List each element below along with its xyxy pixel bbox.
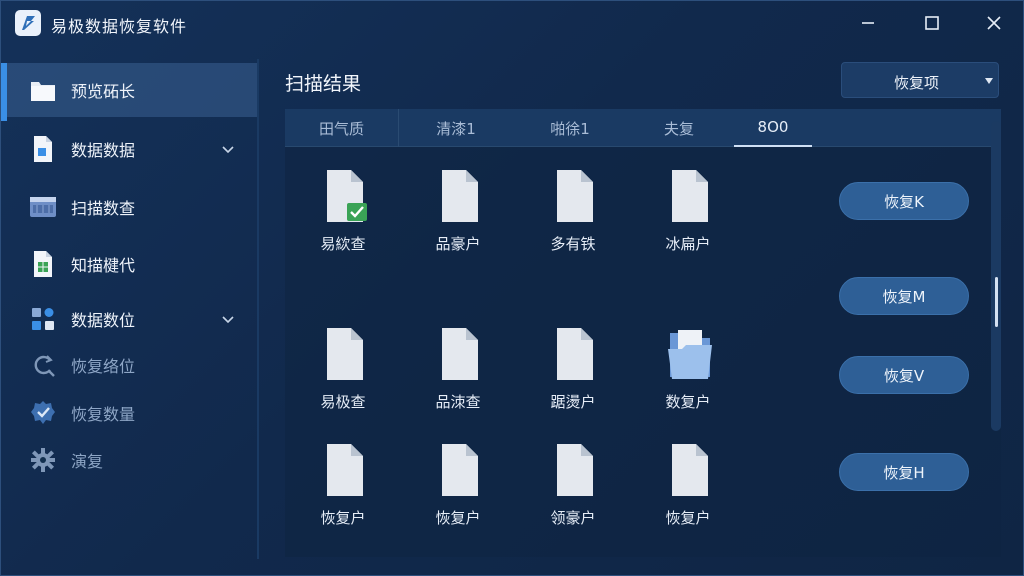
file-icon — [672, 170, 708, 222]
app-logo-icon — [15, 10, 41, 36]
file-name: 品洓查 — [435, 393, 481, 411]
file-icon — [672, 444, 708, 496]
restore-button[interactable]: 恢复M — [839, 277, 969, 315]
file-checked-icon — [327, 170, 367, 222]
file-icon — [442, 170, 478, 222]
chevron-down-icon — [222, 316, 234, 324]
sheet-icon — [29, 250, 57, 278]
maximize-icon — [925, 16, 939, 30]
minimize-button[interactable] — [854, 9, 882, 37]
tab-5[interactable]: 8O0 — [734, 109, 812, 147]
file-item[interactable]: 踞燙户 — [527, 327, 619, 427]
sidebar-item-label: 数据数据 — [71, 141, 136, 160]
file-name: 数复户 — [665, 393, 711, 411]
sidebar-item-label: 数据数位 — [71, 311, 136, 330]
title-bar: 易极数据恢复软件 — [1, 1, 1023, 45]
caret-down-icon — [985, 78, 993, 84]
scrollbar-track[interactable] — [991, 121, 1001, 431]
file-name: 品豪户 — [435, 235, 481, 253]
sidebar-divider — [257, 59, 259, 559]
sidebar-item-preview[interactable]: 预览砳长 — [1, 63, 257, 121]
sidebar-item-label: 预览砳长 — [71, 82, 136, 101]
file-item[interactable]: 品豪户 — [412, 169, 504, 269]
close-button[interactable] — [980, 9, 1008, 37]
folder-open-icon — [668, 330, 712, 379]
tab-1[interactable]: 田气质 — [285, 109, 399, 147]
tab-2[interactable]: 清漆1 — [399, 109, 513, 147]
file-icon — [327, 444, 363, 496]
file-item[interactable]: 领豪户 — [527, 443, 619, 543]
check-badge-icon — [29, 399, 57, 427]
file-name: 易极查 — [320, 393, 366, 411]
drive-icon — [29, 193, 57, 221]
sidebar-item-label: 扫描数查 — [71, 199, 136, 218]
file-icon — [557, 444, 593, 496]
sidebar-item-settings[interactable]: 演复 — [1, 433, 257, 487]
file-name: 易絘查 — [320, 235, 366, 253]
sidebar-item-label: 演复 — [71, 452, 104, 471]
sidebar-item-data[interactable]: 数据数据 — [1, 122, 257, 176]
tab-3[interactable]: 啪徐1 — [513, 109, 627, 147]
restore-button[interactable]: 恢复H — [839, 453, 969, 491]
file-icon — [442, 444, 478, 496]
sidebar-item-label: 知描楗代 — [71, 256, 136, 275]
restore-button[interactable]: 恢复V — [839, 356, 969, 394]
file-name: 领豪户 — [550, 509, 596, 527]
file-name: 恢复户 — [320, 509, 366, 527]
sidebar-item-restore-position[interactable]: 恢复络位 — [1, 338, 257, 392]
file-icon — [557, 170, 593, 222]
folder-icon — [29, 76, 57, 104]
sidebar-item-scan[interactable]: 扫描数查 — [1, 180, 257, 234]
file-item[interactable]: 易极查 — [297, 327, 389, 427]
chevron-down-icon — [222, 146, 234, 154]
restore-select-value: 恢复项 — [894, 74, 940, 92]
sidebar-item-restore-count[interactable]: 恢复数量 — [1, 386, 257, 440]
maximize-button[interactable] — [918, 9, 946, 37]
gear-icon — [29, 446, 57, 474]
app-title: 易极数据恢复软件 — [51, 17, 188, 36]
file-name: 恢复户 — [435, 509, 481, 527]
refresh-search-icon — [29, 351, 57, 379]
restore-button[interactable]: 恢复K — [839, 182, 969, 220]
file-name: 多有铁 — [550, 235, 596, 253]
close-icon — [987, 16, 1001, 30]
file-icon — [557, 328, 593, 380]
apps-icon — [29, 305, 57, 333]
sidebar-item-label: 恢复数量 — [71, 405, 136, 424]
file-item[interactable]: 数复户 — [642, 327, 734, 427]
restore-select[interactable]: 恢复项 — [841, 62, 999, 98]
file-name: 冰扁户 — [665, 235, 711, 253]
document-icon — [29, 135, 57, 163]
app-window: 易极数据恢复软件 预览砳长 数据数据 扫描数查 知描楗代 数据数位 恢复络位 恢… — [0, 0, 1024, 576]
file-item[interactable]: 冰扁户 — [642, 169, 734, 269]
file-item[interactable]: 恢复户 — [297, 443, 389, 543]
file-icon — [442, 328, 478, 380]
sidebar-item-sheet[interactable]: 知描楗代 — [1, 237, 257, 291]
minimize-icon — [862, 22, 874, 24]
file-item[interactable]: 恢复户 — [642, 443, 734, 543]
tab-4[interactable]: 夫复 — [627, 109, 731, 147]
file-item[interactable]: 多有铁 — [527, 169, 619, 269]
file-name: 踞燙户 — [550, 393, 596, 411]
file-item[interactable]: 品洓查 — [412, 327, 504, 427]
file-item[interactable]: 恢复户 — [412, 443, 504, 543]
tab-bar: 田气质 清漆1 啪徐1 夫复 8O0 — [285, 109, 1001, 147]
file-icon — [327, 328, 363, 380]
file-item[interactable]: 易絘查 — [297, 169, 389, 269]
sidebar-item-label: 恢复络位 — [71, 357, 136, 376]
page-title: 扫描结果 — [285, 73, 362, 95]
scrollbar-thumb[interactable] — [995, 277, 998, 327]
file-name: 恢复户 — [665, 509, 711, 527]
